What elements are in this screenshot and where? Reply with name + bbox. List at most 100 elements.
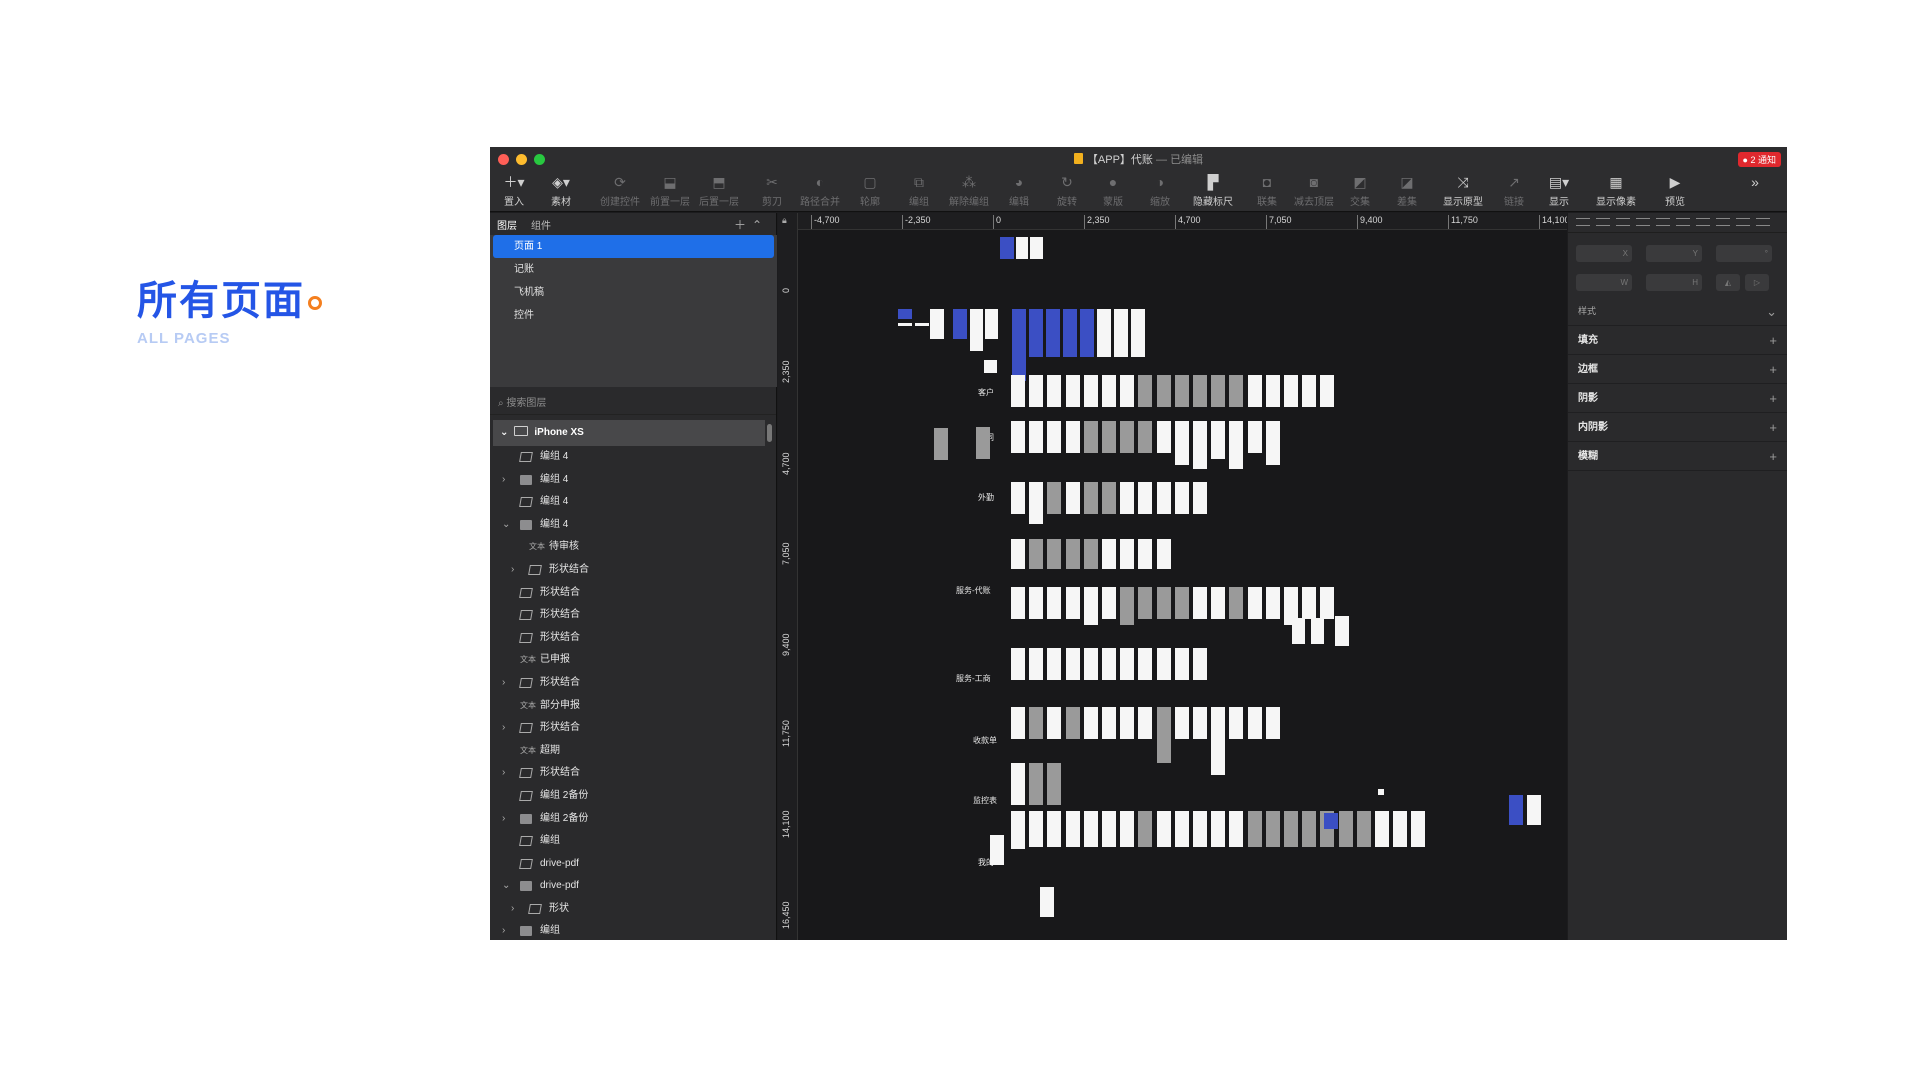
chevron-right-icon[interactable]: ›: [511, 559, 514, 582]
artboard-thumbnail[interactable]: [1138, 811, 1153, 847]
artboard-thumbnail[interactable]: [985, 309, 998, 339]
layers-scrollbar[interactable]: [767, 424, 772, 442]
artboard-thumbnail[interactable]: [1174, 482, 1189, 514]
artboard-thumbnail[interactable]: [1065, 648, 1080, 680]
artboard-thumbnail[interactable]: [1193, 375, 1207, 407]
artboard-thumbnail[interactable]: [1065, 375, 1080, 407]
artboard-thumbnail[interactable]: [1047, 375, 1062, 407]
intersect-button[interactable]: ◩ 交集: [1336, 172, 1384, 208]
artboard-thumbnail[interactable]: [1065, 811, 1080, 847]
canvas[interactable]: -4,700 -2,350 0 2,350 4,700 7,050 9,400 11,750 1…: [778, 213, 1567, 940]
artboard-thumbnail[interactable]: [1029, 811, 1044, 847]
border-section[interactable]: 边框 +: [1568, 355, 1787, 384]
artboard-thumbnail[interactable]: [1047, 648, 1062, 680]
width-field[interactable]: W: [1576, 274, 1632, 291]
rotate-button[interactable]: ↻ 旋转: [1043, 172, 1091, 208]
artboard-thumbnail[interactable]: [1320, 375, 1335, 407]
subtract-button[interactable]: ◙ 减去顶层: [1290, 172, 1338, 208]
artboard-thumbnail[interactable]: [1193, 421, 1207, 469]
chevron-right-icon[interactable]: ›: [502, 762, 505, 785]
artboard-thumbnail[interactable]: [1338, 811, 1353, 847]
layer-row[interactable]: › 编组 2备份: [490, 808, 765, 831]
artboard-thumbnail[interactable]: [1083, 707, 1098, 739]
artboard-thumbnail[interactable]: [1211, 421, 1226, 459]
chevron-right-icon[interactable]: ›: [502, 920, 505, 940]
artboard-thumbnail[interactable]: [1083, 375, 1098, 407]
artboard-thumbnail[interactable]: [1211, 375, 1226, 407]
page-item[interactable]: 记账: [490, 258, 777, 281]
artboard-thumbnail[interactable]: [1016, 237, 1028, 259]
artboard-thumbnail[interactable]: [1120, 421, 1135, 453]
bring-forward-button[interactable]: ⬓ 前置一层: [646, 172, 694, 208]
artboard-thumbnail[interactable]: [1335, 616, 1349, 646]
blur-section[interactable]: 模糊 +: [1568, 442, 1787, 471]
artboard-thumbnail[interactable]: [898, 309, 912, 319]
flip-vertical-icon[interactable]: ▷: [1745, 274, 1769, 291]
layer-row[interactable]: 文本 已申报: [490, 649, 765, 672]
artboard-thumbnail[interactable]: [1102, 482, 1116, 514]
artboard-thumbnail[interactable]: [1120, 648, 1135, 680]
artboard-thumbnail[interactable]: [1047, 482, 1062, 514]
layer-row[interactable]: › 形状: [490, 898, 765, 921]
artboard-thumbnail[interactable]: [1120, 539, 1135, 569]
artboard-thumbnail[interactable]: [1138, 707, 1153, 739]
artboard-thumbnail[interactable]: [1011, 707, 1025, 739]
artboard-thumbnail[interactable]: [990, 835, 1004, 865]
artboard-thumbnail[interactable]: [1247, 375, 1262, 407]
artboard-thumbnail[interactable]: [1265, 707, 1280, 739]
artboard-thumbnail[interactable]: [898, 323, 912, 326]
artboard-thumbnail[interactable]: [1011, 648, 1025, 680]
layer-search[interactable]: ⌕ 搜索图层: [490, 393, 776, 415]
artboard-thumbnail[interactable]: [1138, 539, 1153, 569]
artboard-thumbnail[interactable]: [1138, 482, 1153, 514]
chevron-right-icon[interactable]: ›: [502, 672, 505, 695]
x-field[interactable]: X: [1576, 245, 1632, 262]
layer-row[interactable]: 文本 待审核: [490, 536, 765, 559]
artboard-thumbnail[interactable]: [1174, 811, 1189, 847]
artboard-thumbnail[interactable]: [1047, 421, 1062, 453]
artboard-thumbnail[interactable]: [1292, 618, 1305, 644]
artboard-thumbnail[interactable]: [1156, 707, 1171, 763]
layer-row[interactable]: › 编组 4: [490, 469, 765, 492]
artboard-thumbnail[interactable]: [1097, 309, 1111, 357]
layer-row[interactable]: 形状结合: [490, 627, 765, 650]
artboard-thumbnail[interactable]: [1193, 707, 1207, 739]
chevron-right-icon[interactable]: ›: [502, 717, 505, 740]
artboard-thumbnail[interactable]: [1063, 309, 1077, 357]
layer-row[interactable]: drive-pdf: [490, 853, 765, 876]
artboard-thumbnail[interactable]: [1030, 237, 1043, 259]
artboard-thumbnail[interactable]: [1174, 648, 1189, 680]
artboard-thumbnail[interactable]: [1247, 707, 1262, 739]
artboard-thumbnail[interactable]: [1083, 587, 1098, 625]
insert-button[interactable]: ＋▾ 置入: [490, 172, 538, 208]
height-field[interactable]: H: [1646, 274, 1702, 291]
artboard-thumbnail[interactable]: [1065, 539, 1080, 569]
artboard-thumbnail[interactable]: [1047, 539, 1062, 569]
artboard-thumbnail[interactable]: [1265, 375, 1280, 407]
artboard-thumbnail[interactable]: [1229, 587, 1244, 619]
artboard-thumbnail[interactable]: [1211, 587, 1226, 619]
artboard-thumbnail[interactable]: [1156, 648, 1171, 680]
mask-button[interactable]: ● 蒙版: [1089, 172, 1137, 208]
lock-icon[interactable]: 🔒︎: [782, 215, 787, 226]
hide-ruler-button[interactable]: ▛ 隐藏标尺: [1185, 172, 1241, 208]
layer-row[interactable]: 编组 4: [490, 446, 765, 469]
ungroup-button[interactable]: ⁂ 解除编组: [945, 172, 993, 208]
artboard-thumbnail[interactable]: [1047, 707, 1062, 739]
artboard-thumbnail[interactable]: [934, 428, 948, 460]
view-button[interactable]: ▤▾ 显示: [1535, 172, 1583, 208]
scale-button[interactable]: ◑ 缩放: [1136, 172, 1184, 208]
artboard-thumbnail[interactable]: [1065, 587, 1080, 619]
artboard-thumbnail[interactable]: [1193, 587, 1207, 619]
artboard-thumbnail[interactable]: [1102, 587, 1116, 619]
layer-row[interactable]: 文本 超期: [490, 740, 765, 763]
artboard-thumbnail[interactable]: [1247, 587, 1262, 619]
artboard-thumbnail[interactable]: [1083, 648, 1098, 680]
layer-row[interactable]: 编组 2备份: [490, 785, 765, 808]
artboard-thumbnail[interactable]: [1156, 811, 1171, 847]
artboard-thumbnail[interactable]: [1302, 587, 1317, 619]
chevron-down-icon[interactable]: ⌄: [502, 875, 510, 898]
artboard-thumbnail[interactable]: [984, 360, 997, 373]
group-button[interactable]: ⧉ 编组: [895, 172, 943, 208]
artboard-thumbnail[interactable]: [1156, 375, 1171, 407]
